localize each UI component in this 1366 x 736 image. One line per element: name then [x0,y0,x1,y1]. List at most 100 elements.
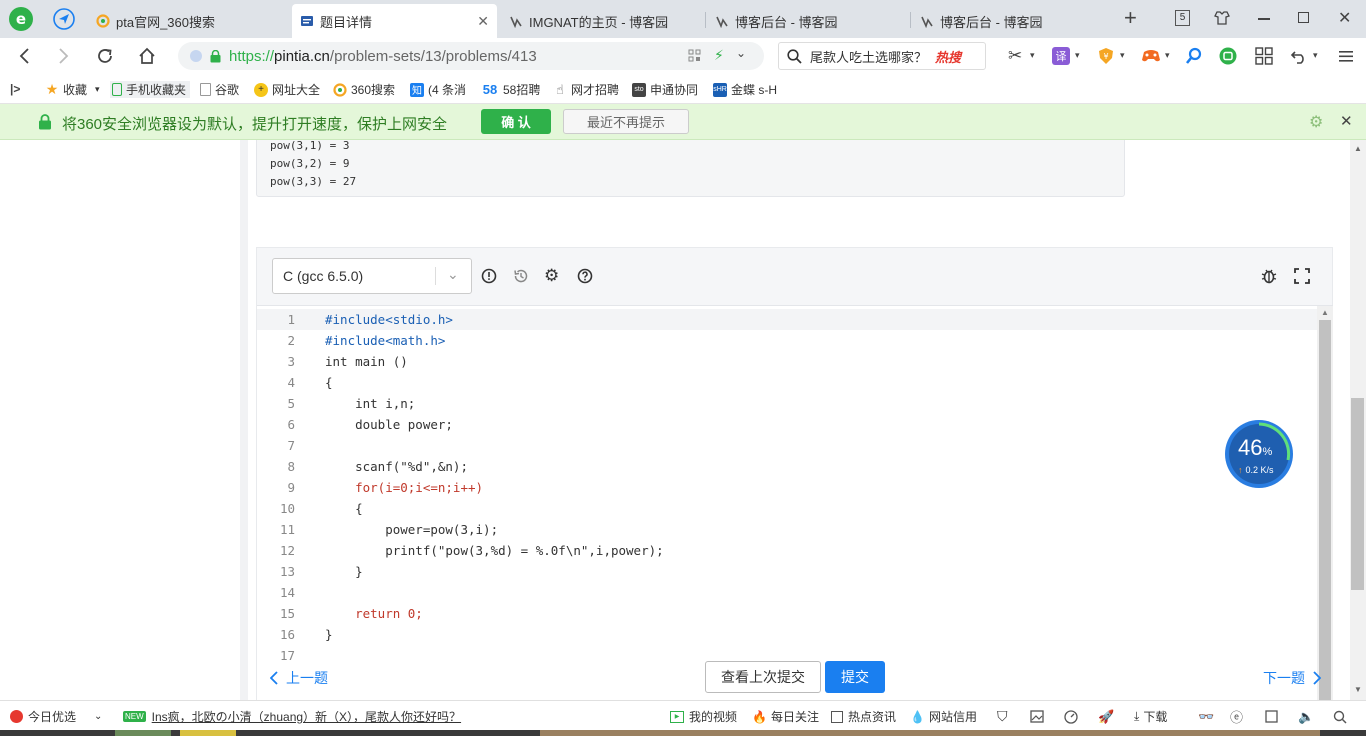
fullscreen-icon[interactable] [1294,268,1310,284]
help-icon[interactable] [577,268,593,284]
line-text: } [325,564,363,579]
code-area[interactable]: 1 #include<stdio.h> 2 #include<math.h> 3 in… [257,305,1333,700]
scissors-icon[interactable]: ✂ [1008,46,1022,66]
bookmark-google[interactable]: 谷歌 [200,81,250,98]
scroll-down-icon[interactable]: ▼ [1354,685,1362,694]
tab-2[interactable]: IMGNAT的主页 - 博客园 [501,4,701,38]
news-ticker[interactable]: NEW Ins疯，北欧の小清（zhuang）新（X），尾款人你还好吗？ [123,708,461,725]
reload-icon[interactable] [93,44,117,68]
info-icon[interactable] [481,268,497,284]
bookmark-sto[interactable]: sto 申通协同 [632,81,700,98]
submit-button[interactable]: 提交 [825,661,885,693]
search-icon[interactable] [787,48,802,64]
magnifier-icon[interactable] [1185,47,1203,65]
sample-line: pow(3,2) = 9 [270,157,350,170]
tab-1[interactable]: 题目详情 ✕ [292,4,497,38]
menu-icon[interactable] [1338,48,1354,64]
debug-bug-icon[interactable] [1261,267,1277,285]
today-picks[interactable]: 今日优选 [10,708,76,725]
history-icon[interactable] [513,268,529,284]
window-close-icon[interactable]: ✕ [1338,8,1351,28]
glasses-icon[interactable]: 👓 [1198,708,1214,725]
page-scrollbar[interactable]: ▲ ▼ [1350,140,1366,700]
restore-icon[interactable] [1298,12,1309,23]
gear-icon[interactable]: ⚙ [1309,112,1323,132]
rocket-icon[interactable]: 🚀 [1098,708,1114,725]
chevron-down-icon[interactable]: ▾ [1075,50,1080,61]
image-icon[interactable] [1030,708,1044,725]
sidebar-toggle-icon[interactable]: |> [10,82,20,96]
browser-logo-icon[interactable]: e [8,6,34,32]
bookmark-favorites[interactable]: ★ 收藏 ▾ [45,81,107,98]
next-problem-link[interactable]: 下一题 [1263,668,1321,688]
skin-icon[interactable] [1214,10,1230,26]
ie-icon[interactable]: ⓔ [1230,708,1243,725]
translate-icon[interactable]: 译 [1052,47,1070,65]
lightning-icon[interactable]: ⚡ [714,47,724,64]
bookmark-hao[interactable]: + 网址大全 [254,81,326,98]
apps-grid-icon[interactable] [1255,47,1273,65]
sample-output-box: pow(3,1) = 3 pow(3,2) = 9 pow(3,3) = 27 [256,140,1125,197]
bookmark-mobile[interactable]: 手机收藏夹 [110,81,190,98]
view-last-submission-button[interactable]: 查看上次提交 [705,661,821,693]
code-line: 14 [257,582,1317,603]
chevron-down-icon[interactable]: ▾ [1313,50,1318,61]
drop-icon: 💧 [910,709,925,724]
page-info-icon[interactable] [190,50,202,62]
chevron-down-icon[interactable]: ⌄ [94,708,102,725]
language-select[interactable]: C (gcc 6.5.0) ⌄ [272,258,472,294]
confirm-button[interactable]: 确 认 [481,109,551,134]
my-videos[interactable]: ▶ 我的视频 [670,708,737,725]
speed-dial-icon[interactable] [1064,708,1078,725]
network-speed-widget[interactable]: 46% ↑ 0.2 K/s [1224,419,1294,489]
back-icon[interactable] [12,44,36,68]
scroll-up-icon[interactable]: ▲ [1354,144,1362,153]
tab-4[interactable]: 博客后台 - 博客园 [912,4,1112,38]
search-input[interactable]: 尾款人吃土选哪家？ 热搜 [778,42,986,70]
bookmark-360search[interactable]: 360搜索 [333,81,403,98]
tab-count-icon[interactable]: 5 [1175,10,1190,26]
download-button[interactable]: ⤓ 下载 [1134,708,1167,725]
bookmark-kingdee[interactable]: sHR 金蝶 s-H [713,81,781,98]
chat-icon[interactable] [1219,47,1237,65]
undo-icon[interactable] [1290,47,1308,65]
home-icon[interactable] [135,44,159,68]
zoom-icon[interactable] [1333,708,1347,725]
navigate-icon[interactable] [53,8,75,30]
qr-icon[interactable] [688,49,701,62]
tab-0[interactable]: pta官网_360搜索 [88,4,288,38]
window-icon[interactable] [1265,708,1278,725]
editor-scrollbar[interactable]: ▲ [1317,306,1333,700]
lock-icon[interactable] [210,49,221,63]
page-scrollbar-thumb[interactable] [1351,398,1364,590]
chevron-down-icon[interactable]: ⌄ [736,46,746,60]
shield-coin-icon[interactable]: ¥ [1097,47,1115,65]
line-text: #include<stdio.h> [325,312,453,327]
sample-line: pow(3,1) = 3 [270,140,350,152]
chevron-down-icon[interactable]: ▾ [1120,50,1125,61]
dismiss-button[interactable]: 最近不再提示 [563,109,689,134]
tab-3[interactable]: 博客后台 - 博客园 [707,4,907,38]
bookmark-58[interactable]: 58 58招聘 [481,81,543,98]
line-text: printf("pow(3,%d) = %.0f\n",i,power); [325,543,664,558]
settings-gear-icon[interactable]: ⚙ [544,266,559,286]
close-icon[interactable]: ✕ [477,13,489,30]
hot-news[interactable]: 热点资讯 [831,708,896,725]
forward-icon[interactable] [52,44,76,68]
prev-problem-link[interactable]: 上一题 [270,668,328,688]
shield-icon[interactable]: ⛉ [997,708,1008,725]
bookmark-wangcai[interactable]: ☝ 网才招聘 [553,81,623,98]
chevron-down-icon[interactable]: ▾ [1030,50,1035,61]
volume-icon[interactable]: 🔈 [1298,708,1314,725]
url-field[interactable]: https:// pintia.cn /problem-sets/13/prob… [178,42,764,70]
minimize-icon[interactable] [1258,18,1270,20]
bookmark-zhihu[interactable]: 知 (4 条消 [410,81,470,98]
new-tab-icon[interactable]: + [1124,7,1137,29]
site-credit[interactable]: 💧 网站信用 [910,708,977,725]
editor-scrollbar-thumb[interactable] [1319,320,1331,700]
daily-follow[interactable]: 🔥 每日关注 [752,708,819,725]
close-icon[interactable]: ✕ [1340,112,1353,130]
chevron-down-icon[interactable]: ▾ [1165,50,1170,61]
scroll-up-icon[interactable]: ▲ [1321,308,1329,317]
game-icon[interactable] [1141,47,1161,65]
